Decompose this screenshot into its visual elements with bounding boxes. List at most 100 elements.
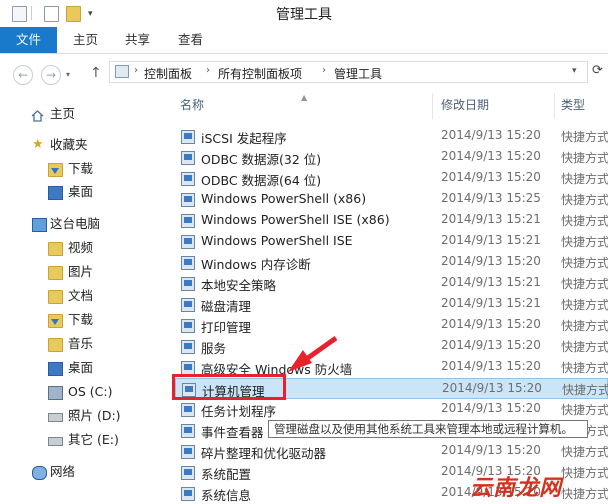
shortcut-icon: [181, 256, 195, 270]
sidebar-item-music[interactable]: 音乐: [48, 334, 93, 354]
item-date: 2014/9/13 15:21: [441, 233, 541, 247]
list-item[interactable]: ODBC 数据源(32 位) 2014/9/13 15:20 快捷方式: [175, 147, 608, 168]
item-date: 2014/9/13 15:20: [441, 170, 541, 184]
sidebar-item-network[interactable]: 网络: [32, 462, 75, 482]
shortcut-icon: [181, 130, 195, 144]
drive-icon: [48, 413, 63, 422]
item-date: 2014/9/13 15:20: [441, 359, 541, 373]
item-name: Windows PowerShell (x86): [201, 191, 367, 206]
shortcut-icon: [181, 151, 195, 165]
window-title: 管理工具: [276, 7, 332, 23]
shortcut-icon: [181, 193, 195, 207]
column-header-name[interactable]: 名称: [180, 96, 204, 113]
shortcut-icon: [181, 361, 195, 375]
sidebar-item-downloads[interactable]: 下载: [48, 159, 93, 179]
item-date: 2014/9/13 15:20: [441, 401, 541, 415]
sidebar-item-label: 其它 (E:): [68, 432, 119, 447]
item-type: 快捷方式: [561, 403, 608, 417]
address-bar[interactable]: › 控制面板 › 所有控制面板项 › 管理工具 ▾: [109, 61, 588, 83]
chevron-down-icon[interactable]: ▾: [572, 66, 577, 76]
control-panel-icon: [115, 65, 129, 78]
breadcrumb-control-panel[interactable]: 控制面板: [144, 65, 192, 82]
forward-button[interactable]: →: [41, 65, 61, 85]
list-item[interactable]: Windows PowerShell ISE (x86) 2014/9/13 15…: [175, 210, 608, 231]
up-arrow-icon[interactable]: ↑: [90, 65, 102, 81]
sidebar-item-label: 视频: [68, 240, 94, 255]
sidebar-item-favorites[interactable]: ★ 收藏夹: [32, 135, 88, 155]
sidebar-item-desktop[interactable]: 桌面: [48, 182, 93, 202]
sidebar-item-downloads-pc[interactable]: 下载: [48, 310, 93, 330]
item-name: 磁盘清理: [201, 299, 252, 314]
tab-share[interactable]: 共享: [125, 27, 150, 53]
list-item[interactable]: 本地安全策略 2014/9/13 15:21 快捷方式: [175, 273, 608, 294]
column-divider[interactable]: [432, 93, 433, 119]
item-type: 快捷方式: [561, 130, 608, 144]
item-type: 快捷方式: [561, 361, 608, 375]
sidebar-item-drive-e[interactable]: 其它 (E:): [48, 430, 119, 450]
sidebar-item-this-pc[interactable]: 这台电脑: [32, 214, 100, 234]
item-name: iSCSI 发起程序: [201, 131, 287, 146]
item-name: 打印管理: [201, 320, 252, 335]
shortcut-icon: [181, 403, 195, 417]
list-item[interactable]: 碎片整理和优化驱动器 2014/9/13 15:20 快捷方式: [175, 441, 608, 462]
sidebar-item-pictures[interactable]: 图片: [48, 262, 93, 282]
item-name: Windows PowerShell ISE: [201, 233, 353, 248]
drive-icon: [48, 437, 63, 446]
navigation-bar: ← → ▾ ↑ › 控制面板 › 所有控制面板项 › 管理工具 ▾ ⟳: [0, 54, 608, 92]
item-name: 系统信息: [201, 488, 252, 503]
shortcut-icon: [181, 424, 195, 438]
forward-arrow-icon: →: [45, 68, 57, 82]
pictures-folder-icon: [48, 266, 63, 280]
home-icon: [31, 108, 44, 122]
sidebar-item-drive-d[interactable]: 照片 (D:): [48, 406, 121, 426]
column-header-date[interactable]: 修改日期: [441, 96, 489, 113]
column-header-type[interactable]: 类型: [561, 96, 585, 113]
list-item[interactable]: 打印管理 2014/9/13 15:20 快捷方式: [175, 315, 608, 336]
list-item[interactable]: 任务计划程序 2014/9/13 15:20 快捷方式: [175, 399, 608, 420]
chevron-right-icon: ›: [322, 65, 326, 76]
shortcut-icon: [181, 319, 195, 333]
tab-file[interactable]: 文件: [0, 27, 57, 53]
item-name: ODBC 数据源(32 位): [201, 152, 322, 167]
item-name: Windows PowerShell ISE (x86): [201, 212, 390, 227]
shortcut-icon: [181, 487, 195, 501]
list-item[interactable]: Windows 内存诊断 2014/9/13 15:20 快捷方式: [175, 252, 608, 273]
list-item[interactable]: 服务 2014/9/13 15:20 快捷方式: [175, 336, 608, 357]
ribbon-tabs: 文件 主页 共享 查看: [0, 27, 608, 54]
breadcrumb-admin-tools[interactable]: 管理工具: [334, 65, 382, 82]
refresh-icon[interactable]: ⟳: [592, 63, 603, 78]
list-item[interactable]: Windows PowerShell (x86) 2014/9/13 15:25 快…: [175, 189, 608, 210]
sidebar-item-label: 音乐: [68, 336, 94, 351]
column-divider[interactable]: [554, 93, 555, 119]
back-button[interactable]: ←: [13, 65, 33, 85]
shortcut-icon: [181, 277, 195, 291]
item-type: 快捷方式: [561, 298, 608, 312]
item-type: 快捷方式: [561, 235, 608, 249]
sidebar-item-documents[interactable]: 文档: [48, 286, 93, 306]
star-icon: ★: [32, 137, 44, 152]
item-name: 本地安全策略: [201, 278, 277, 293]
list-item[interactable]: iSCSI 发起程序 2014/9/13 15:20 快捷方式: [175, 126, 608, 147]
sidebar-item-home[interactable]: 主页: [31, 104, 75, 124]
shortcut-icon: [181, 214, 195, 228]
item-type: 快捷方式: [561, 340, 608, 354]
list-item[interactable]: 磁盘清理 2014/9/13 15:21 快捷方式: [175, 294, 608, 315]
tab-home[interactable]: 主页: [73, 27, 98, 53]
tab-view[interactable]: 查看: [178, 27, 203, 53]
list-item[interactable]: ODBC 数据源(64 位) 2014/9/13 15:20 快捷方式: [175, 168, 608, 189]
item-type: 快捷方式: [561, 256, 608, 270]
item-date: 2014/9/13 15:20: [441, 254, 541, 268]
item-name: Windows 内存诊断: [201, 257, 311, 272]
sidebar-item-desktop-pc[interactable]: 桌面: [48, 358, 93, 378]
sidebar-item-label: 网络: [50, 464, 76, 479]
sidebar-item-videos[interactable]: 视频: [48, 238, 93, 258]
chevron-right-icon: ›: [134, 65, 138, 76]
item-date: 2014/9/13 15:25: [441, 191, 541, 205]
item-type: 快捷方式: [561, 466, 608, 480]
item-type: 快捷方式: [561, 445, 608, 459]
recent-locations-icon[interactable]: ▾: [66, 70, 70, 79]
list-item[interactable]: Windows PowerShell ISE 2014/9/13 15:21 快捷方…: [175, 231, 608, 252]
sidebar-item-drive-c[interactable]: OS (C:): [48, 382, 112, 402]
download-folder-icon: [48, 163, 63, 177]
breadcrumb-all-items[interactable]: 所有控制面板项: [218, 65, 302, 82]
